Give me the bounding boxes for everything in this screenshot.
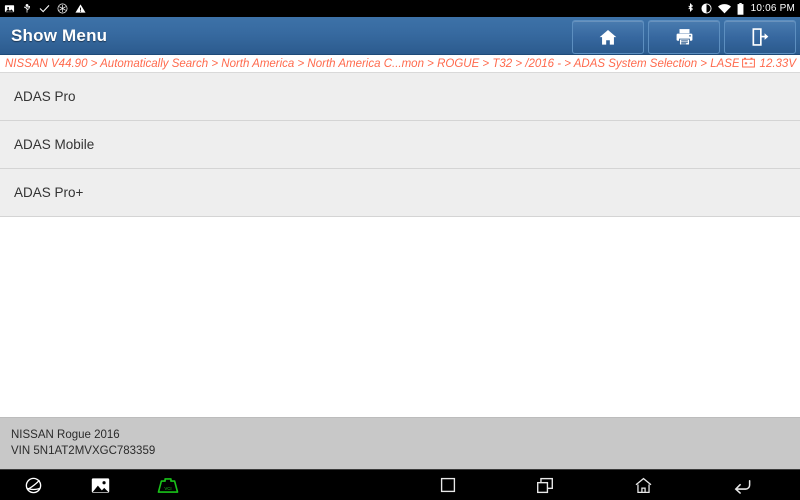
voltage-value: 12.33V [759,57,796,70]
bluetooth-icon [686,2,695,15]
vci-icon[interactable]: VCI [134,477,201,494]
browser-icon[interactable] [0,476,67,495]
android-navigation-bar: VCI [0,469,800,500]
home-icon [598,28,618,47]
app-title-bar: Show Menu [0,17,800,55]
title-bar-actions [572,20,796,54]
status-bar-clock: 10:06 PM [750,3,795,14]
nav-bar-left-group: VCI [0,476,400,495]
menu-item-label: ADAS Mobile [14,137,95,152]
do-not-disturb-icon [701,3,712,14]
exit-icon [750,27,770,47]
voltage-indicator: 12.33V [739,55,796,73]
list-item[interactable]: ADAS Mobile [0,121,800,169]
status-bar-right-icons: 10:06 PM [680,2,795,15]
warning-icon [75,3,86,14]
breadcrumb-bar: NISSAN V44.90 > Automatically Search > N… [0,55,800,73]
list-item[interactable]: ADAS Pro [0,73,800,121]
wifi-icon [717,3,731,14]
check-icon [39,4,50,13]
breadcrumb[interactable]: NISSAN V44.90 > Automatically Search > N… [5,58,739,70]
menu-item-label: ADAS Pro+ [14,185,84,200]
status-bar-left-icons [4,3,93,14]
nav-bar-right-group [400,477,800,494]
exit-button[interactable] [724,20,796,54]
list-item[interactable]: ADAS Pro+ [0,169,800,217]
home-button[interactable] [572,20,644,54]
battery-icon [737,2,744,15]
screenshot-icon [4,3,15,14]
android-home-icon[interactable] [634,477,653,494]
snowflake-icon [57,3,68,14]
usb-icon [22,3,32,14]
diagnostic-app-window: 10:06 PM Show Menu NISSAN V44.90 > Autom… [0,0,800,500]
print-button[interactable] [648,20,720,54]
vehicle-vin: VIN 5N1AT2MVXGC783359 [11,445,156,457]
svg-text:VCI: VCI [164,485,171,490]
recents-square-icon[interactable] [440,477,456,493]
menu-content-area: ADAS Pro ADAS Mobile ADAS Pro+ [0,73,800,417]
menu-item-label: ADAS Pro [14,89,76,104]
gallery-icon[interactable] [67,477,134,494]
page-title: Show Menu [11,25,108,45]
printer-icon [674,27,695,47]
back-icon[interactable] [733,477,752,494]
vehicle-info-footer: NISSAN Rogue 2016 VIN 5N1AT2MVXGC783359 [0,417,800,469]
vehicle-name: NISSAN Rogue 2016 [11,429,120,441]
menu-list: ADAS Pro ADAS Mobile ADAS Pro+ [0,73,800,217]
android-status-bar: 10:06 PM [0,0,800,17]
car-battery-icon [741,55,755,73]
multiwindow-icon[interactable] [536,477,554,494]
